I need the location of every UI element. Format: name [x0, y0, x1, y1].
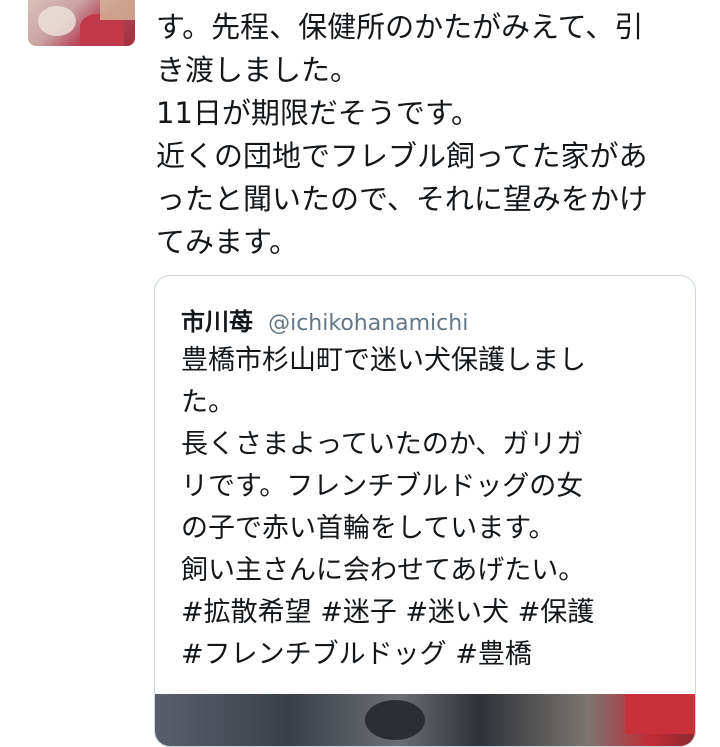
quoted-tweet-media[interactable] [155, 694, 695, 746]
tweet-text-line: 11日が期限だそうです。 [156, 96, 481, 130]
quoted-user-handle[interactable]: @ichikohanamichi [268, 311, 468, 336]
tweet-text: す。先程、保健所のかたがみえて、引 き渡しました。 11日が期限だそうです。 近… [156, 6, 696, 264]
avatar-photo-part [38, 6, 76, 36]
tweet-text-line: す。先程、保健所のかたがみえて、引 [156, 10, 644, 44]
avatar-photo-part [100, 0, 135, 20]
quoted-text-line: 豊橋市杉山町で迷い犬保護しまし [181, 345, 586, 376]
tweet-text-line: てみます。 [156, 225, 299, 259]
quoted-text-line: の子で赤い首輪をしています。 [181, 513, 556, 544]
quoted-text-line: 飼い主さんに会わせてあげたい。 [181, 555, 586, 586]
quoted-tweet-card[interactable]: 市川苺 @ichikohanamichi 豊橋市杉山町で迷い犬保護しまし た。 … [154, 275, 696, 747]
media-photo-part [365, 700, 425, 740]
quoted-text-hashtags[interactable]: #拡散希望 #迷子 #迷い犬 #保護 [181, 592, 681, 634]
quoted-tweet-header: 市川苺 @ichikohanamichi [181, 302, 468, 337]
media-photo-part [625, 694, 695, 734]
user-avatar[interactable] [28, 0, 135, 46]
quoted-text-line: た。 [181, 387, 235, 418]
quoted-text-line: リです。フレンチブルドッグの女 [181, 471, 584, 502]
quoted-tweet-text: 豊橋市杉山町で迷い犬保護しまし た。 長くさまよっていたのか、ガリガ リです。フ… [181, 340, 681, 676]
tweet-text-line: 近くの団地でフレブル飼ってた家があ [156, 139, 648, 173]
tweet-text-line: ったと聞いたので、それに望みをかけ [156, 182, 648, 216]
quoted-text-line: 長くさまよっていたのか、ガリガ [181, 429, 584, 460]
quoted-text-hashtags[interactable]: #フレンチブルドッグ #豊橋 [181, 634, 681, 676]
quoted-user-name[interactable]: 市川苺 [181, 308, 253, 336]
tweet-text-line: き渡しました。 [156, 53, 360, 87]
